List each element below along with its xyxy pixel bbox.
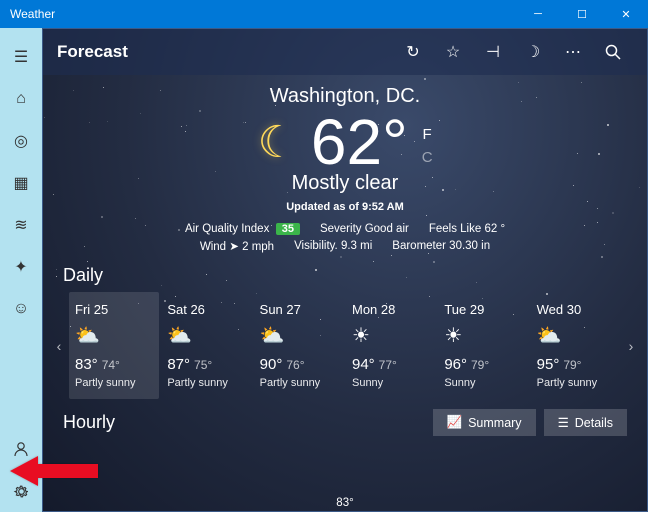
- chart-icon: 📈: [447, 415, 463, 430]
- day-name: Wed 30: [537, 302, 615, 317]
- search-icon[interactable]: [593, 29, 633, 75]
- hourly-title: Hourly: [63, 412, 115, 433]
- day-temps: 87°75°: [167, 356, 245, 373]
- day-card[interactable]: Sat 26 ⛅ 87°75° Partly sunny: [161, 292, 251, 399]
- day-card[interactable]: Wed 30 ⛅ 95°79° Partly sunny: [531, 292, 621, 399]
- hero: Washington, DC. ☾ 62° F C Mostly clear U…: [43, 75, 647, 257]
- maximize-button[interactable]: ☐: [560, 0, 604, 28]
- aqi-label: Air Quality Index: [185, 223, 269, 235]
- home-icon[interactable]: ⌂: [0, 78, 42, 120]
- wind-label: Wind: [200, 241, 226, 253]
- hamburger-icon[interactable]: ☰: [0, 36, 42, 78]
- day-card[interactable]: Sun 27 ⛅ 90°76° Partly sunny: [254, 292, 344, 399]
- aqi-badge: 35: [276, 223, 300, 235]
- summary-button[interactable]: 📈Summary: [433, 409, 536, 436]
- day-condition: Partly sunny: [537, 377, 615, 389]
- page-title: Forecast: [57, 42, 128, 62]
- history-icon[interactable]: ▦: [0, 162, 42, 204]
- feels-label: Feels Like: [429, 223, 481, 235]
- day-temps: 90°76°: [260, 356, 338, 373]
- day-condition: Partly sunny: [260, 377, 338, 389]
- main-content: Forecast ↻ ☆ ⊣ ☽ ⋯ Washington, DC. ☾ 62°…: [42, 28, 648, 512]
- condition-label: Mostly clear: [43, 172, 647, 195]
- updated-label: Updated as of 9:52 AM: [43, 201, 647, 213]
- moon-icon: ☾: [257, 117, 296, 168]
- daily-strip: ‹ Fri 25 ⛅ 83°74° Partly sunny Sat 26 ⛅ 87°75°…: [43, 292, 647, 399]
- barometer-label: Barometer: [392, 240, 446, 252]
- barometer-value: 30.30 in: [449, 240, 490, 252]
- day-temps: 83°74°: [75, 356, 153, 373]
- weather-icon: ☀: [444, 323, 522, 348]
- app-title: Weather: [10, 7, 55, 21]
- severity-label: Severity: [320, 223, 362, 235]
- day-name: Tue 29: [444, 302, 522, 317]
- feels-value: 62 °: [484, 223, 505, 235]
- unit-celsius[interactable]: C: [422, 149, 433, 166]
- current-temp: 62°: [311, 110, 408, 174]
- daily-next-button[interactable]: ›: [621, 338, 641, 354]
- weather-icon: ☀: [352, 323, 430, 348]
- minimize-button[interactable]: ─: [516, 0, 560, 28]
- daily-title: Daily: [43, 257, 647, 292]
- weather-icon: ⛅: [260, 323, 338, 348]
- news-icon[interactable]: ✦: [0, 246, 42, 288]
- day-name: Mon 28: [352, 302, 430, 317]
- bottom-temp: 83°: [336, 497, 353, 509]
- favorites-icon[interactable]: ≋: [0, 204, 42, 246]
- day-condition: Sunny: [352, 377, 430, 389]
- feedback-icon[interactable]: ☺: [0, 288, 42, 330]
- day-name: Sat 26: [167, 302, 245, 317]
- visibility-label: Visibility.: [294, 240, 338, 252]
- more-icon[interactable]: ⋯: [553, 29, 593, 75]
- severity-value: Good air: [365, 223, 409, 235]
- refresh-icon[interactable]: ↻: [393, 29, 433, 75]
- maps-icon[interactable]: ◎: [0, 120, 42, 162]
- location-label: Washington, DC.: [43, 85, 647, 108]
- details-button[interactable]: ☰Details: [544, 409, 627, 436]
- close-button[interactable]: ✕: [604, 0, 648, 28]
- sidebar: ☰ ⌂ ◎ ▦ ≋ ✦ ☺: [0, 28, 42, 512]
- day-card[interactable]: Tue 29 ☀ 96°79° Sunny: [438, 292, 528, 399]
- header: Forecast ↻ ☆ ⊣ ☽ ⋯: [43, 29, 647, 75]
- weather-icon: ⛅: [167, 323, 245, 348]
- day-card[interactable]: Fri 25 ⛅ 83°74° Partly sunny: [69, 292, 159, 399]
- unit-fahrenheit[interactable]: F: [422, 126, 433, 143]
- day-name: Sun 27: [260, 302, 338, 317]
- titlebar: Weather ─ ☐ ✕: [0, 0, 648, 28]
- moon-theme-icon[interactable]: ☽: [513, 29, 553, 75]
- pin-icon[interactable]: ⊣: [473, 29, 513, 75]
- day-condition: Sunny: [444, 377, 522, 389]
- daily-prev-button[interactable]: ‹: [49, 338, 69, 354]
- settings-icon[interactable]: [0, 470, 42, 512]
- day-temps: 96°79°: [444, 356, 522, 373]
- signin-icon[interactable]: [0, 428, 42, 470]
- weather-icon: ⛅: [537, 323, 615, 348]
- wind-value: 2 mph: [242, 241, 274, 253]
- list-icon: ☰: [558, 415, 569, 430]
- visibility-value: 9.3 mi: [341, 240, 372, 252]
- day-condition: Partly sunny: [75, 377, 153, 389]
- weather-icon: ⛅: [75, 323, 153, 348]
- day-condition: Partly sunny: [167, 377, 245, 389]
- day-temps: 95°79°: [537, 356, 615, 373]
- day-card[interactable]: Mon 28 ☀ 94°77° Sunny: [346, 292, 436, 399]
- day-name: Fri 25: [75, 302, 153, 317]
- day-temps: 94°77°: [352, 356, 430, 373]
- favorite-icon[interactable]: ☆: [433, 29, 473, 75]
